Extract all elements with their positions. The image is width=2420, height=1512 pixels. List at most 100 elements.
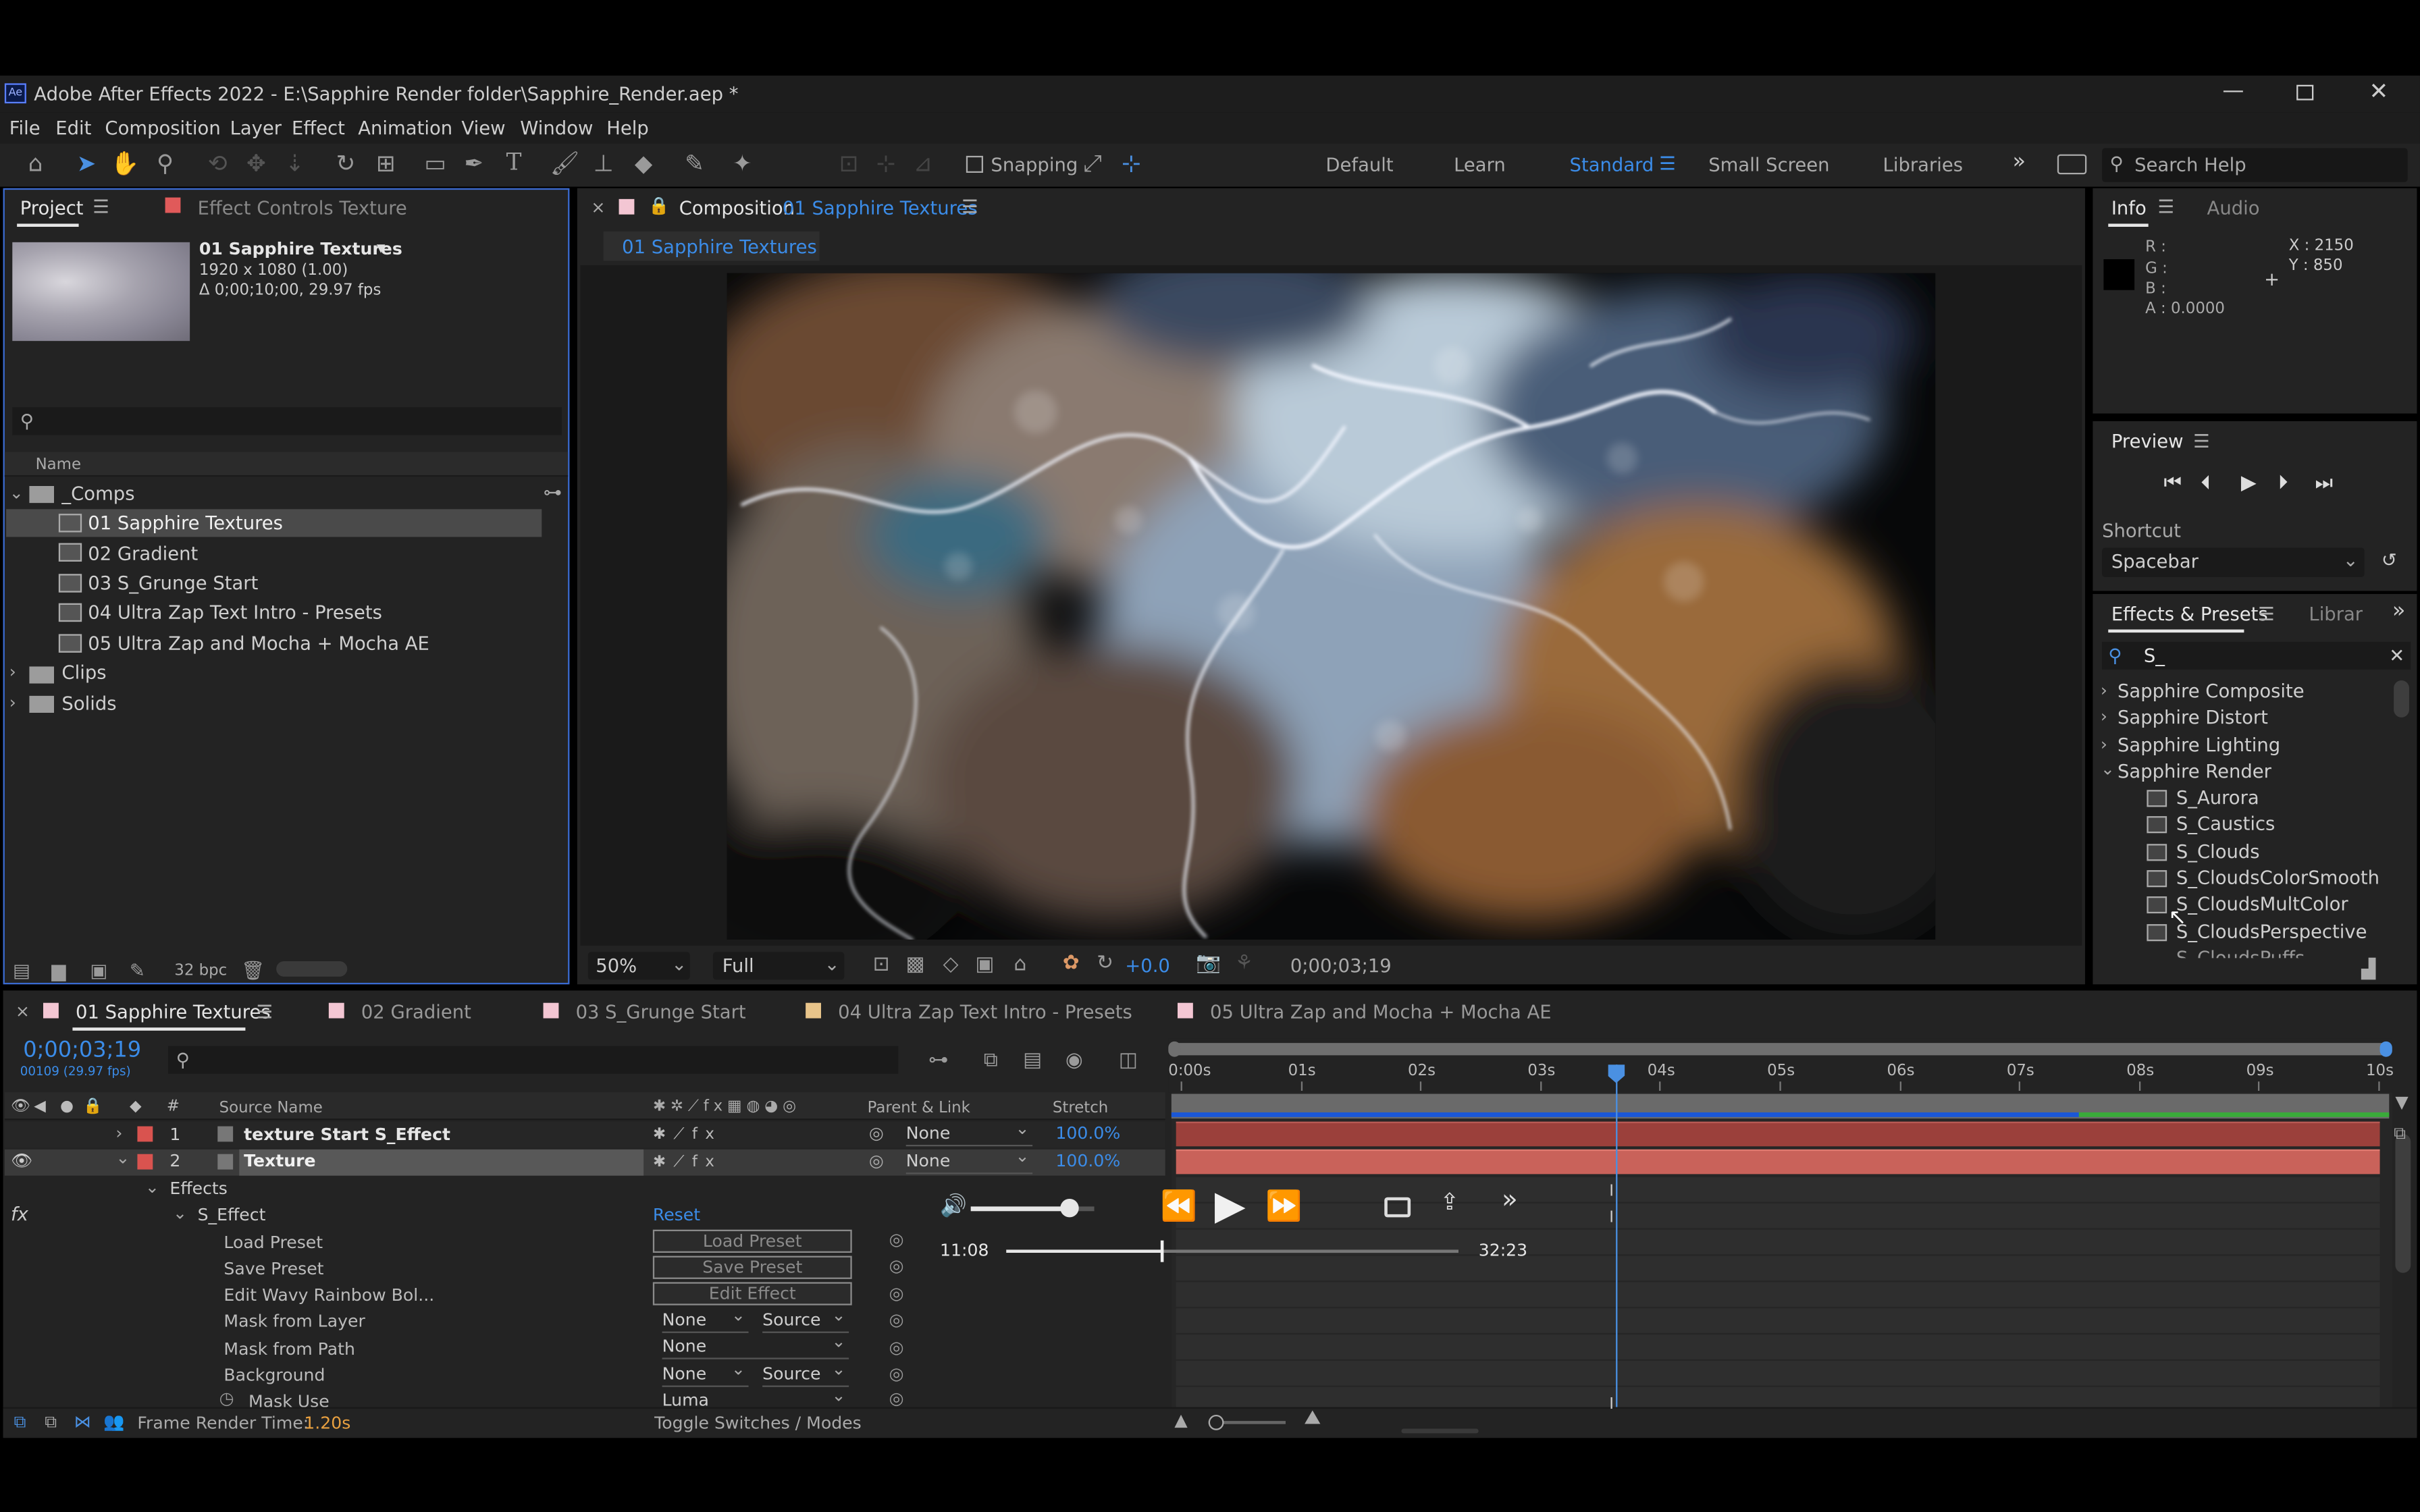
thumbnail-slider[interactable] (276, 961, 348, 977)
pickwhip-icon[interactable]: ◎ (869, 1123, 884, 1145)
tree-item[interactable]: Clips (61, 662, 106, 684)
col-stretch[interactable]: Stretch (1053, 1098, 1108, 1120)
layer-stretch[interactable]: 100.0% (1055, 1151, 1120, 1172)
comp-menu-icon[interactable]: ☰ (962, 196, 978, 217)
menu-edit[interactable]: Edit (55, 117, 91, 139)
expression-icon[interactable]: ◎ (889, 1284, 904, 1305)
menu-effect[interactable]: Effect (292, 117, 345, 139)
pan-tool-icon[interactable]: ✥ (241, 151, 272, 176)
tab-info[interactable]: Info (2111, 198, 2147, 219)
info-menu-icon[interactable]: ☰ (2157, 196, 2174, 217)
motion-blur-icon[interactable]: ◫ (1113, 1049, 1144, 1074)
work-area-start-handle[interactable] (1168, 1041, 1181, 1057)
zoom-out-icon[interactable]: ▲ (1174, 1410, 1187, 1432)
comp-tab-name[interactable]: 01 Sapphire Textures (783, 198, 978, 219)
mask-path-dropdown[interactable]: None (662, 1332, 849, 1359)
selection-tool-icon[interactable]: ➤ (71, 151, 102, 176)
lock-icon[interactable]: 🔒 (648, 196, 669, 217)
workspace-small-screen[interactable]: Small Screen (1708, 155, 1829, 176)
dropdown-arrow-icon[interactable]: ▾ (377, 238, 386, 259)
tab-libraries[interactable]: Librar (2309, 603, 2363, 625)
tl-tab-active[interactable]: 01 Sapphire Textures (76, 1001, 271, 1023)
work-area-bar[interactable] (1171, 1043, 2390, 1056)
effects-item[interactable]: S_CloudsColorSmooth (2176, 867, 2379, 889)
expand-arrow-icon[interactable]: › (2101, 680, 2107, 702)
layer-bar[interactable] (1176, 1121, 2380, 1147)
tree-item[interactable]: 01 Sapphire Textures (88, 512, 283, 534)
seek-knob[interactable] (1160, 1240, 1163, 1262)
tab-effects-presets[interactable]: Effects & Presets (2111, 603, 2268, 625)
tl-tab-menu-icon[interactable]: ☰ (256, 1001, 273, 1023)
flowchart-icon[interactable]: ⊶ (544, 481, 562, 503)
axis-local-icon[interactable]: ⊡ (833, 151, 864, 176)
effects-item[interactable]: S_Caustics (2176, 813, 2276, 835)
zoom-in-icon[interactable]: ⛰ (1304, 1408, 1321, 1430)
frame-blending-icon[interactable]: ◉ (1059, 1049, 1090, 1074)
comment-icon[interactable]: ▼ (2395, 1092, 2408, 1114)
bpc-label[interactable]: 32 bpc (174, 961, 227, 983)
tab-project[interactable]: Project (20, 198, 84, 219)
volume-icon[interactable]: 🔊 (940, 1195, 967, 1217)
rectangle-tool-icon[interactable]: ▭ (420, 151, 451, 176)
tree-item[interactable]: Solids (61, 693, 116, 714)
tree-item[interactable]: 04 Ultra Zap Text Intro - Presets (88, 601, 382, 623)
tree-item[interactable]: 02 Gradient (88, 543, 198, 565)
collapse-arrow-icon[interactable]: ⌄ (173, 1204, 187, 1225)
effect-name[interactable]: S_Effect (198, 1205, 266, 1226)
restore-icon[interactable] (2296, 84, 2314, 101)
layer-switches-pane-icon[interactable]: ⧉ (14, 1411, 26, 1433)
lock-icon[interactable]: 🔒 (83, 1097, 102, 1118)
expand-arrow-icon[interactable]: › (115, 1123, 122, 1145)
roto-brush-icon[interactable]: ✎ (679, 151, 710, 176)
rewind-icon[interactable]: ⏪ (1161, 1189, 1197, 1223)
interpret-footage-icon[interactable]: ▤ (6, 958, 37, 983)
mask-layer-dropdown[interactable]: None (662, 1305, 749, 1333)
expression-icon[interactable]: ◎ (889, 1230, 904, 1251)
draft-3d-icon[interactable]: ⧉ (976, 1049, 1007, 1074)
layer-switches[interactable]: ✱⟋fx (653, 1125, 722, 1146)
play-icon[interactable]: ▶ (2241, 473, 2257, 495)
eye-icon[interactable]: 👁 (11, 1097, 30, 1118)
effects-item[interactable]: S_Aurora (2176, 787, 2259, 809)
effects-item[interactable]: Sapphire Render (2118, 761, 2271, 782)
keyboard-icon[interactable] (2057, 154, 2087, 175)
keyframe-marker-icon[interactable]: I (1609, 1208, 1614, 1230)
timeline-h-scrollbar[interactable] (1401, 1428, 1479, 1434)
minimize-icon[interactable]: — (2222, 80, 2244, 102)
effects-search-box[interactable]: ⚲ S_ ✕ (2102, 641, 2411, 670)
shortcut-dropdown[interactable]: Spacebar ⌄ (2102, 547, 2365, 577)
effects-item[interactable]: S_Clouds (2176, 841, 2260, 863)
tl-tab[interactable]: 03 S_Grunge Start (576, 1001, 746, 1023)
expression-icon[interactable]: ◎ (889, 1310, 904, 1332)
workspace-default[interactable]: Default (1325, 155, 1393, 176)
reset-link[interactable]: Reset (653, 1205, 700, 1226)
effects-item[interactable]: S_CloudsPerspective (2176, 921, 2367, 943)
show-snapshot-icon[interactable]: ⚘ (1228, 952, 1259, 977)
menu-layer[interactable]: Layer (230, 117, 282, 139)
resolution-dropdown[interactable]: Full ⌄ (712, 952, 845, 980)
eraser-tool-icon[interactable]: ◆ (628, 151, 659, 176)
workspace-menu-icon[interactable]: ☰ (1659, 153, 1676, 174)
parent-dropdown[interactable]: None (905, 1146, 1033, 1174)
layer-bar-selected[interactable] (1176, 1149, 2380, 1174)
home-icon[interactable]: ⌂ (20, 151, 51, 176)
background-source-dropdown[interactable]: Source (762, 1359, 849, 1387)
preview-menu-icon[interactable]: ☰ (2193, 431, 2210, 452)
fx-icon[interactable]: fx (11, 1204, 28, 1225)
col-source-name[interactable]: Source Name (219, 1098, 323, 1120)
layer-switches[interactable]: ✱⟋fx (653, 1152, 722, 1174)
expression-icon[interactable]: ◎ (889, 1256, 904, 1278)
audio-icon[interactable]: ◀ (34, 1097, 46, 1118)
axis-world-icon[interactable]: ⊹ (870, 151, 901, 176)
player-seek-bar[interactable] (1006, 1240, 1458, 1262)
tl-search-input[interactable]: ⚲ (168, 1046, 899, 1074)
effects-item[interactable]: Sapphire Lighting (2118, 734, 2280, 756)
project-search-input[interactable]: ⚲ (12, 407, 562, 435)
effects-scrollbar[interactable] (2394, 680, 2409, 718)
prev-frame-icon[interactable]: ⏴ (2201, 473, 2211, 495)
expression-icon[interactable]: ◎ (889, 1388, 904, 1407)
volume-knob[interactable] (1060, 1198, 1079, 1218)
tl-tab[interactable]: 05 Ultra Zap and Mocha + Mocha AE (1210, 1001, 1552, 1023)
timeline-zoom-slider[interactable] (1208, 1414, 1286, 1430)
clone-stamp-icon[interactable]: ⊥ (588, 151, 619, 176)
